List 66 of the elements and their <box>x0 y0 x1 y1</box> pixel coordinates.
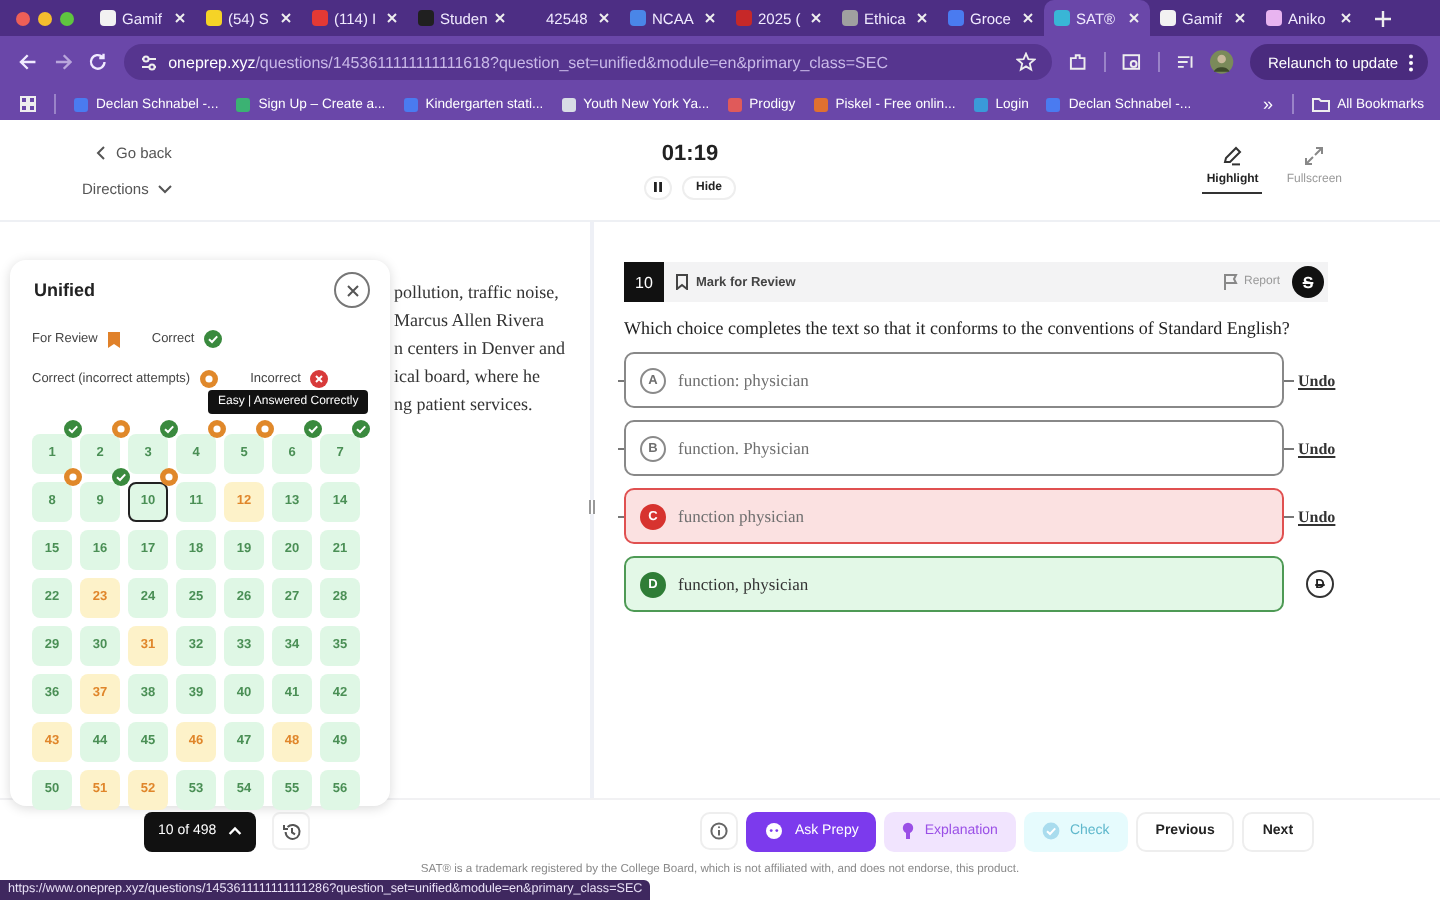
passage-line: ng patient services. <box>394 392 535 418</box>
close-icon[interactable] <box>386 12 398 24</box>
info-icon <box>710 822 729 840</box>
history-icon <box>281 821 302 841</box>
more-bookmarks[interactable]: » <box>1263 94 1274 114</box>
close-icon[interactable] <box>174 12 186 24</box>
forward-icon[interactable] <box>53 52 73 72</box>
chevron-left-icon <box>96 145 106 159</box>
close-icon[interactable] <box>1022 12 1034 24</box>
passage-line: n centers in Denver and <box>394 336 567 362</box>
reload-icon[interactable] <box>88 52 109 72</box>
media-icon[interactable] <box>1175 52 1195 72</box>
undo-link[interactable]: Undo <box>1298 439 1336 457</box>
close-icon[interactable] <box>916 12 928 24</box>
close-icon[interactable] <box>704 12 716 24</box>
maximize-window-icon[interactable] <box>60 11 74 25</box>
apps-icon[interactable] <box>20 96 36 112</box>
passage-line: pollution, traffic noise, <box>394 280 561 306</box>
new-tab-icon[interactable] <box>1374 9 1392 27</box>
undo-link[interactable]: Undo <box>1298 371 1336 389</box>
pause-button[interactable] <box>643 175 672 199</box>
close-icon[interactable] <box>1234 12 1246 24</box>
close-icon[interactable] <box>1128 12 1140 24</box>
close-icon <box>345 283 359 297</box>
resize-handle[interactable] <box>588 500 596 514</box>
check-circle-icon <box>204 330 223 348</box>
close-icon[interactable] <box>1340 12 1352 24</box>
chevron-down-icon <box>158 183 173 193</box>
passage-line: Marcus Allen Rivera <box>394 308 546 334</box>
expand-icon <box>1304 146 1325 166</box>
panel-title: Unified <box>34 280 95 300</box>
question-prompt: Which choice completes the text so that it conforms to the conventions of Standard English? <box>624 318 1292 338</box>
url-text: oneprep.xyz/questions/1453611111111111618?question_set=unified&module=en&primary_class=SEC <box>168 53 890 71</box>
undo-link[interactable]: Undo <box>1298 507 1336 525</box>
lightbulb-icon <box>902 822 915 840</box>
bookmark-star-icon[interactable] <box>1016 52 1037 72</box>
history-button[interactable] <box>272 812 311 850</box>
close-icon[interactable] <box>810 12 822 24</box>
close-window-icon[interactable] <box>16 11 30 25</box>
profile-avatar[interactable] <box>1210 50 1234 74</box>
chat-bot-icon <box>764 822 785 840</box>
question-number: 10 <box>624 262 664 302</box>
pen-icon <box>1222 146 1243 166</box>
address-bar[interactable]: oneprep.xyz/questions/1453611111111111618?question_set=unified&module=en&primary_class=SEC <box>124 44 1053 80</box>
chevron-up-icon <box>228 826 243 836</box>
flag-icon <box>1223 274 1238 290</box>
minimize-window-icon[interactable] <box>38 11 52 25</box>
passage-line: ical board, where he <box>394 364 542 390</box>
back-icon[interactable] <box>18 52 38 72</box>
ring-icon <box>200 370 219 388</box>
tune-icon[interactable] <box>140 53 159 71</box>
info-button[interactable] <box>700 812 739 850</box>
check-circle-icon <box>1041 822 1060 840</box>
close-icon[interactable] <box>493 12 506 24</box>
pause-icon <box>653 182 662 192</box>
close-icon[interactable] <box>280 12 292 24</box>
cross-circle-icon <box>310 370 329 388</box>
close-button[interactable] <box>334 272 370 308</box>
tab-search-icon[interactable] <box>1121 52 1142 72</box>
bookmark-icon <box>107 331 120 347</box>
strikethrough-toggle[interactable]: S <box>1292 266 1324 298</box>
folder-icon <box>1311 97 1330 111</box>
more-icon[interactable] <box>1408 53 1415 71</box>
close-icon[interactable] <box>598 12 610 24</box>
bookmark-icon <box>676 274 688 290</box>
timer: 01:19 <box>661 141 719 165</box>
